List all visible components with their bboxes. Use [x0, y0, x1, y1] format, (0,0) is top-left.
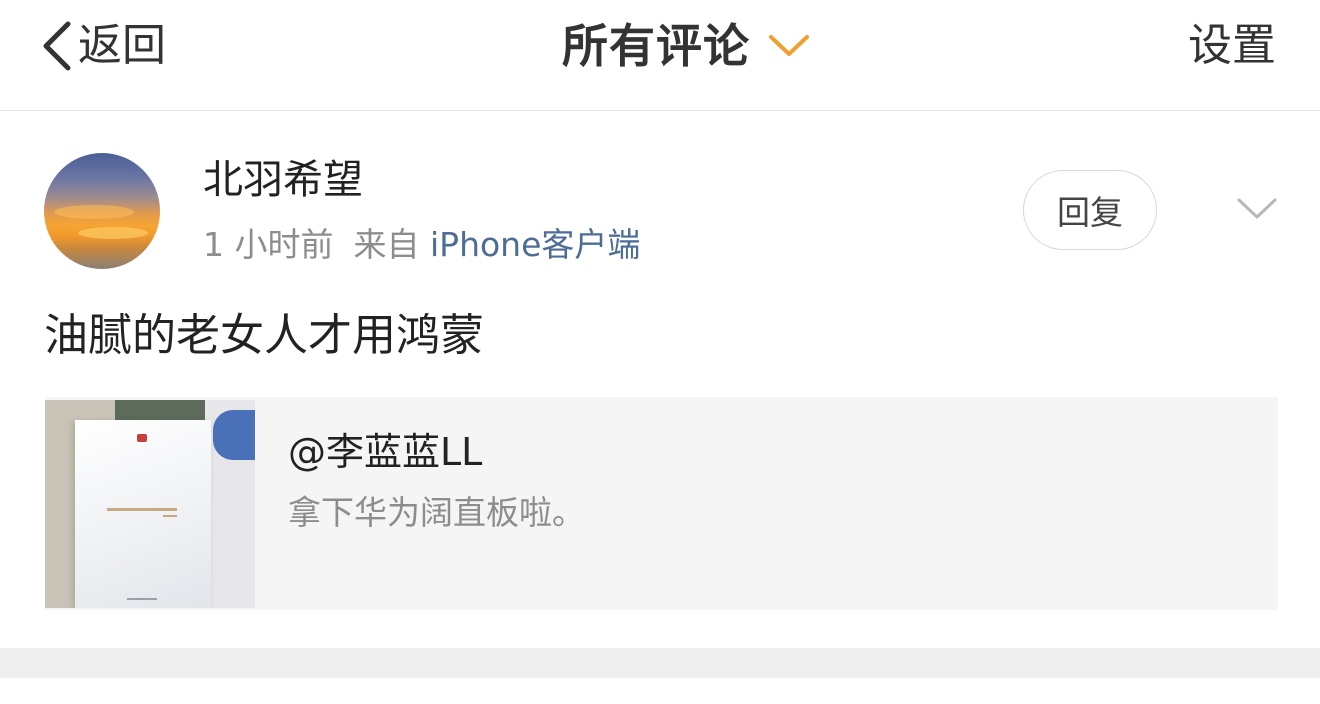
back-label: 返回	[78, 20, 166, 71]
comment-meta: 1 小时前 来自 iPhone客户端	[203, 218, 640, 272]
chevron-down-icon	[1236, 198, 1278, 226]
quoted-post-card[interactable]: @李蓝蓝LL 拿下华为阔直板啦。	[45, 397, 1278, 610]
quoted-post-user[interactable]: @李蓝蓝LL	[288, 424, 482, 480]
chevron-down-icon	[750, 33, 810, 59]
quoted-post-text: 拿下华为阔直板啦。	[288, 493, 585, 532]
comment-more-button[interactable]	[1236, 196, 1278, 226]
page-title: 所有评论	[562, 19, 750, 73]
settings-button[interactable]: 设置	[1188, 16, 1276, 76]
avatar[interactable]	[44, 153, 160, 269]
comment-time: 1 小时前	[203, 225, 334, 264]
back-button[interactable]: 返回	[40, 18, 166, 74]
source-prefix: 来自	[353, 225, 420, 264]
comment-filter-dropdown[interactable]: 所有评论	[562, 16, 810, 76]
section-divider	[0, 648, 1320, 678]
source-client-link[interactable]: iPhone客户端	[430, 225, 640, 264]
quoted-post-thumbnail	[45, 400, 255, 608]
reply-button[interactable]: 回复	[1023, 170, 1157, 250]
comment-username[interactable]: 北羽希望	[203, 150, 363, 210]
top-navigation-bar: 返回 所有评论 设置	[0, 0, 1320, 111]
comment-text: 油腻的老女人才用鸿蒙	[44, 310, 484, 361]
chevron-left-icon	[40, 20, 72, 72]
